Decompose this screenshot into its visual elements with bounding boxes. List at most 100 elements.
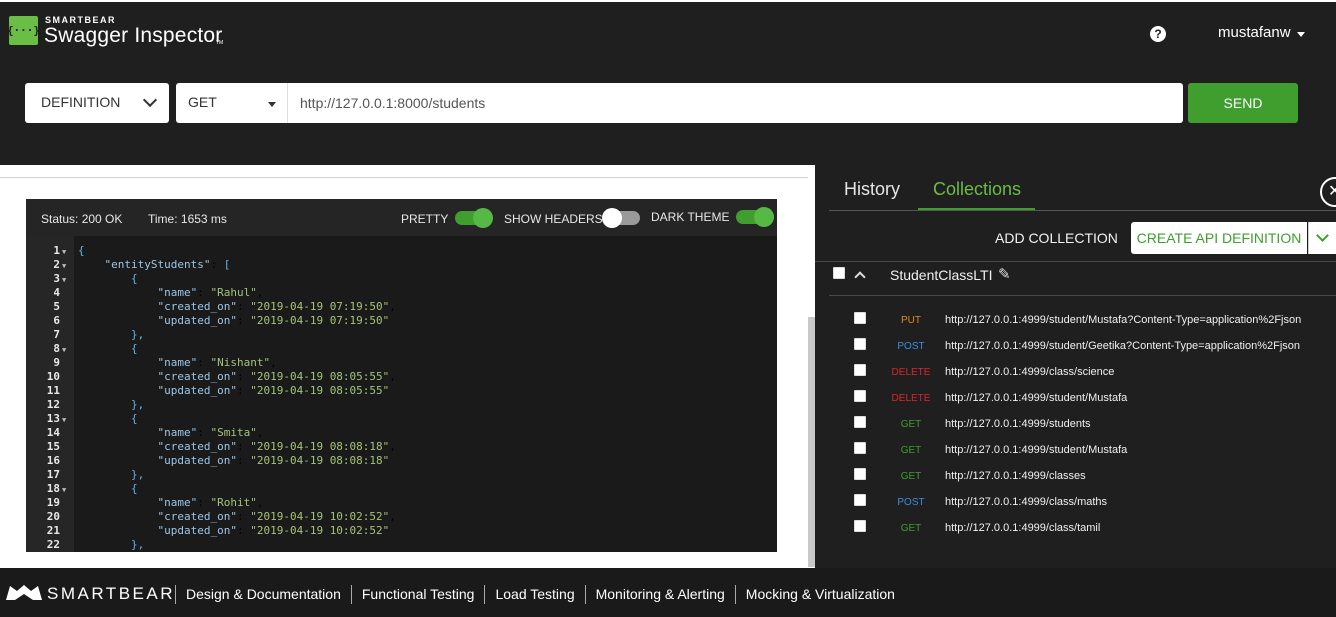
pretty-label: PRETTY bbox=[401, 212, 449, 226]
request-checkbox[interactable] bbox=[854, 390, 866, 402]
code-text: { bbox=[78, 482, 138, 496]
request-row[interactable]: DELETE http://127.0.0.1:4999/class/scienc… bbox=[815, 359, 1336, 385]
request-row[interactable]: DELETE http://127.0.0.1:4999/student/Must… bbox=[815, 385, 1336, 411]
caret-down-icon[interactable] bbox=[1297, 32, 1305, 37]
code-token: : bbox=[236, 314, 251, 327]
fold-caret-icon[interactable]: ▼ bbox=[60, 413, 70, 427]
code-line: 16 "updated_on": "2019-04-19 08:08:18" bbox=[26, 454, 390, 468]
code-text: "name": "Nishant", bbox=[78, 356, 276, 370]
footer-nav-link[interactable]: Functional Testing bbox=[350, 585, 485, 604]
pretty-toggle[interactable] bbox=[455, 208, 493, 228]
fold-caret-icon[interactable]: ▼ bbox=[60, 343, 70, 357]
code-lines: 1 ▼{2 ▼ "entityStudents": [3 ▼ {4 "name": "… bbox=[26, 244, 396, 552]
tab-history[interactable]: History bbox=[844, 179, 900, 200]
footer-brand[interactable]: SMARTBEAR bbox=[47, 584, 175, 604]
user-menu[interactable]: mustafanw bbox=[1218, 24, 1291, 41]
code-line: 10 "created_on": "2019-04-19 08:05:55", bbox=[26, 370, 396, 384]
collection-name[interactable]: StudentClassLTI bbox=[890, 267, 992, 283]
line-number: 12 bbox=[46, 398, 60, 411]
caret-down-icon bbox=[268, 102, 276, 107]
code-token: [ bbox=[223, 258, 231, 271]
request-checkbox[interactable] bbox=[854, 312, 866, 324]
request-row[interactable]: PUT http://127.0.0.1:4999/student/Mustafa… bbox=[815, 307, 1336, 333]
request-url[interactable]: http://127.0.0.1:4999/student/Mustafa?Co… bbox=[945, 314, 1301, 326]
line-number: 10 bbox=[46, 370, 60, 383]
send-button[interactable]: SEND bbox=[1188, 83, 1298, 123]
request-checkbox[interactable] bbox=[854, 442, 866, 454]
code-token: "created_on" bbox=[157, 440, 237, 453]
footer-nav-link[interactable]: Monitoring & Alerting bbox=[584, 585, 735, 604]
request-row[interactable]: GET http://127.0.0.1:4999/student/Mustafa bbox=[815, 437, 1336, 463]
brand-title[interactable]: Swagger Inspector bbox=[44, 24, 223, 48]
request-url[interactable]: http://127.0.0.1:4999/class/maths bbox=[945, 496, 1107, 508]
request-row[interactable]: POST http://127.0.0.1:4999/student/Geetik… bbox=[815, 333, 1336, 359]
pencil-icon[interactable]: ✎ bbox=[998, 265, 1011, 283]
code-line: 18 ▼ { bbox=[26, 482, 138, 497]
help-icon[interactable]: ? bbox=[1150, 26, 1166, 42]
request-checkbox[interactable] bbox=[854, 416, 866, 428]
tab-collections[interactable]: Collections bbox=[933, 179, 1021, 200]
code-token: "2019-04-19 07:19:50" bbox=[250, 300, 390, 313]
code-line: 7 }, bbox=[26, 328, 144, 342]
request-row[interactable]: GET http://127.0.0.1:4999/class/tamil bbox=[815, 515, 1336, 541]
code-line: 1 ▼ { bbox=[26, 244, 84, 259]
request-url[interactable]: http://127.0.0.1:4999/student/Mustafa bbox=[945, 444, 1127, 456]
request-row[interactable]: GET http://127.0.0.1:4999/classes bbox=[815, 463, 1336, 489]
footer-nav-link[interactable]: Design & Documentation bbox=[175, 585, 351, 604]
request-checkbox[interactable] bbox=[854, 338, 866, 350]
create-api-dropdown[interactable] bbox=[1308, 222, 1336, 254]
request-url[interactable]: http://127.0.0.1:4999/student/Geetika?Co… bbox=[945, 340, 1300, 352]
code-token: , bbox=[256, 496, 264, 509]
request-url[interactable]: http://127.0.0.1:4999/student/Mustafa bbox=[945, 392, 1127, 404]
request-row[interactable]: POST http://127.0.0.1:4999/class/maths bbox=[815, 489, 1336, 515]
line-number: 16 bbox=[46, 454, 60, 467]
add-collection-button[interactable]: ADD COLLECTION bbox=[995, 230, 1118, 246]
request-checkbox[interactable] bbox=[854, 494, 866, 506]
line-number: 4 bbox=[53, 286, 60, 299]
page-scrollbar[interactable] bbox=[808, 317, 815, 567]
code-line: 5 "created_on": "2019-04-19 07:19:50", bbox=[26, 300, 396, 314]
request-checkbox[interactable] bbox=[854, 468, 866, 480]
code-token: "created_on" bbox=[157, 300, 237, 313]
code-text: { bbox=[78, 342, 138, 356]
line-number: 14 bbox=[46, 426, 60, 439]
method-dropdown[interactable]: GET bbox=[176, 83, 288, 123]
fold-caret-icon[interactable]: ▼ bbox=[60, 483, 70, 497]
dark-theme-toggle[interactable] bbox=[736, 207, 774, 227]
request-url[interactable]: http://127.0.0.1:4999/class/science bbox=[945, 366, 1114, 378]
fold-caret-icon[interactable]: ▼ bbox=[60, 245, 70, 259]
chevron-up-icon[interactable] bbox=[854, 271, 866, 283]
code-token: , bbox=[256, 426, 264, 439]
close-icon[interactable]: ✕ bbox=[1320, 177, 1336, 207]
code-token: "name" bbox=[157, 496, 198, 509]
url-input[interactable] bbox=[288, 83, 1183, 123]
code-token: { bbox=[130, 342, 138, 355]
request-checkbox[interactable] bbox=[854, 520, 866, 532]
response-body[interactable]: 1 ▼{2 ▼ "entityStudents": [3 ▼ {4 "name": "… bbox=[26, 236, 777, 552]
chevron-down-icon bbox=[142, 92, 158, 108]
smartbear-logo-icon[interactable] bbox=[5, 583, 43, 601]
request-row[interactable]: GET http://127.0.0.1:4999/students bbox=[815, 411, 1336, 437]
code-line: 6 "updated_on": "2019-04-19 07:19:50" bbox=[26, 314, 389, 328]
request-url[interactable]: http://127.0.0.1:4999/classes bbox=[945, 470, 1086, 482]
create-api-definition-button[interactable]: CREATE API DEFINITION bbox=[1131, 222, 1307, 254]
show-headers-toggle[interactable] bbox=[602, 208, 640, 228]
divider bbox=[829, 295, 1336, 296]
request-checkbox[interactable] bbox=[854, 364, 866, 376]
swagger-logo-icon[interactable]: {···} bbox=[7, 16, 40, 45]
app-header: {···} SMARTBEAR Swagger Inspector TM ? m… bbox=[0, 0, 1336, 165]
request-url[interactable]: http://127.0.0.1:4999/students bbox=[945, 418, 1091, 430]
request-url[interactable]: http://127.0.0.1:4999/class/tamil bbox=[945, 522, 1100, 534]
fold-caret-icon[interactable]: ▼ bbox=[60, 259, 70, 273]
footer-nav-link[interactable]: Mocking & Virtualization bbox=[734, 585, 905, 604]
collection-checkbox[interactable] bbox=[833, 267, 845, 279]
footer-nav-link[interactable]: Load Testing bbox=[484, 585, 584, 604]
response-toolbar: Status: 200 OK Time: 1653 ms PRETTY SHOW… bbox=[26, 199, 777, 236]
fold-caret-icon[interactable]: ▼ bbox=[60, 273, 70, 287]
response-area: Status: 200 OK Time: 1653 ms PRETTY SHOW… bbox=[0, 165, 815, 568]
definition-dropdown[interactable]: DEFINITION bbox=[25, 83, 169, 123]
